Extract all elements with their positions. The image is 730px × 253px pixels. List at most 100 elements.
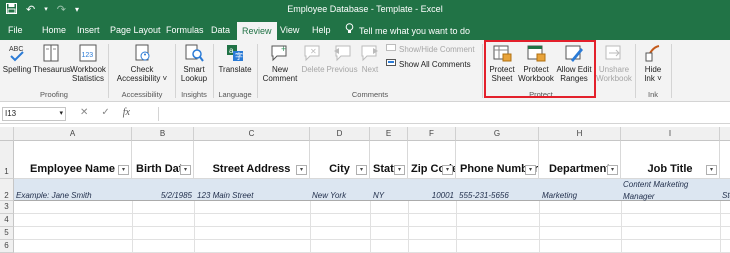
column-header-a[interactable]: A (14, 127, 132, 141)
translate-button[interactable]: a字 Translate (216, 43, 254, 74)
cancel-icon[interactable]: ✕ (80, 107, 88, 118)
translate-icon: a字 (224, 43, 246, 63)
column-header-f[interactable]: F (408, 127, 456, 141)
enter-icon[interactable]: ✓ (101, 107, 109, 118)
cell-job-title[interactable]: Content Marketing Manager (623, 179, 719, 201)
unshare-workbook-button[interactable]: Unshare Workbook (596, 43, 632, 83)
column-header-j[interactable] (720, 127, 730, 141)
formula-input[interactable] (158, 107, 726, 121)
cell-zip-code[interactable]: 10001 (408, 179, 454, 201)
header-state[interactable]: State ▾ (370, 141, 408, 179)
group-label-ink: Ink (647, 90, 658, 99)
filter-dropdown-icon[interactable]: ▾ (607, 165, 618, 175)
filter-dropdown-icon[interactable]: ▾ (525, 165, 536, 175)
row-header-2[interactable]: 2 (0, 179, 14, 201)
cell-phone-number[interactable]: 555-231-5656 (459, 179, 537, 201)
insert-function-icon[interactable]: fx (123, 107, 130, 118)
header-city[interactable]: City ▾ (310, 141, 370, 179)
hide-ink-button[interactable]: Hide Ink ˅ (638, 43, 668, 83)
show-all-comments-button[interactable]: Show All Comments (386, 59, 471, 71)
tab-home[interactable]: Home (42, 23, 66, 37)
header-phone-number[interactable]: Phone Number ▾ (456, 141, 539, 179)
header-cell-j[interactable] (720, 141, 730, 179)
grid-line (539, 201, 540, 253)
tab-data[interactable]: Data (211, 23, 230, 37)
hide-ink-icon (642, 43, 664, 63)
cell-state[interactable]: NY (373, 179, 407, 201)
cell-employee-name[interactable]: Example: Jane Smith (16, 179, 130, 201)
cell-birth-date[interactable]: 5/2/1985 (132, 179, 192, 201)
group-separator (482, 44, 483, 98)
header-employee-name[interactable]: Employee Name ▾ (14, 141, 132, 179)
grid-line (370, 201, 371, 253)
cell-department[interactable]: Marketing (542, 179, 620, 201)
name-box-dropdown-icon[interactable]: ▾ (59, 108, 63, 120)
row-header-4[interactable]: 4 (0, 214, 14, 227)
tab-insert[interactable]: Insert (77, 23, 100, 37)
workbook-statistics-icon: 123 (77, 43, 99, 63)
grid-row[interactable] (14, 240, 730, 253)
header-job-title[interactable]: Job Title ▾ (621, 141, 720, 179)
row-header-5[interactable]: 5 (0, 227, 14, 240)
name-box[interactable]: I13 ▾ (2, 107, 66, 121)
filter-dropdown-icon[interactable]: ▾ (296, 165, 307, 175)
column-header-h[interactable]: H (539, 127, 621, 141)
grid-line (621, 201, 622, 253)
svg-text:✕: ✕ (310, 47, 317, 56)
smart-lookup-button[interactable]: Smart Lookup (178, 43, 210, 83)
spelling-button[interactable]: ABC Spelling (2, 43, 32, 74)
tab-review[interactable]: Review (237, 22, 277, 40)
window-title: Employee Database - Template - Excel (287, 4, 443, 14)
column-header-b[interactable]: B (132, 127, 194, 141)
filter-dropdown-icon[interactable]: ▾ (706, 165, 717, 175)
next-comment-button[interactable]: Next (358, 43, 382, 74)
cell-j2-overflow[interactable]: Ste (722, 179, 730, 201)
new-comment-button[interactable]: + New Comment (260, 43, 300, 83)
check-accessibility-button[interactable]: Check Accessibility ˅ (112, 43, 172, 83)
filter-dropdown-icon[interactable]: ▾ (394, 165, 405, 175)
column-header-e[interactable]: E (370, 127, 408, 141)
previous-comment-button[interactable]: Previous (326, 43, 358, 74)
filter-dropdown-icon[interactable]: ▾ (356, 165, 367, 175)
thesaurus-button[interactable]: Thesaurus (33, 43, 71, 74)
group-label-accessibility: Accessibility (121, 90, 163, 99)
workbook-statistics-button[interactable]: 123 Workbook Statistics (70, 43, 106, 83)
tell-me-box[interactable]: Tell me what you want to do (345, 23, 470, 38)
header-street-address[interactable]: Street Address ▾ (194, 141, 310, 179)
header-department[interactable]: Department ▾ (539, 141, 621, 179)
tab-file[interactable]: File (8, 23, 23, 37)
protect-group-highlight (484, 40, 596, 98)
tab-help[interactable]: Help (312, 23, 331, 37)
tab-page-layout[interactable]: Page Layout (110, 23, 161, 37)
group-label-insights: Insights (181, 90, 207, 99)
grid-line (720, 201, 721, 253)
filter-dropdown-icon[interactable]: ▾ (180, 165, 191, 175)
tab-formulas[interactable]: Formulas (166, 23, 204, 37)
delete-comment-button[interactable]: ✕ Delete (300, 43, 326, 74)
show-hide-comment-button[interactable]: Show/Hide Comment (386, 44, 475, 56)
filter-dropdown-icon[interactable]: ▾ (118, 165, 129, 175)
grid-row[interactable] (14, 201, 730, 214)
column-header-c[interactable]: C (194, 127, 310, 141)
cell-street-address[interactable]: 123 Main Street (197, 179, 309, 201)
cell-city[interactable]: New York (312, 179, 368, 201)
header-zip-code[interactable]: Zip Code ▾ (408, 141, 456, 179)
column-header-d[interactable]: D (310, 127, 370, 141)
row-header-1[interactable]: 1 (0, 141, 14, 179)
show-all-comments-icon (386, 59, 396, 71)
column-header-i[interactable]: I (621, 127, 720, 141)
tab-view[interactable]: View (280, 23, 299, 37)
row-header-3[interactable]: 3 (0, 201, 14, 214)
grid-row[interactable] (14, 227, 730, 240)
grid-row[interactable] (14, 214, 730, 227)
show-hide-comment-icon (386, 44, 396, 56)
filter-dropdown-icon[interactable]: ▾ (442, 165, 453, 175)
group-separator (635, 44, 636, 98)
delete-comment-icon: ✕ (302, 43, 324, 63)
grid-line (456, 201, 457, 253)
row-header-6[interactable]: 6 (0, 240, 14, 253)
header-birth-date[interactable]: Birth Date ▾ (132, 141, 194, 179)
select-all-corner[interactable] (0, 127, 14, 141)
column-header-g[interactable]: G (456, 127, 539, 141)
spelling-icon: ABC (6, 43, 28, 63)
